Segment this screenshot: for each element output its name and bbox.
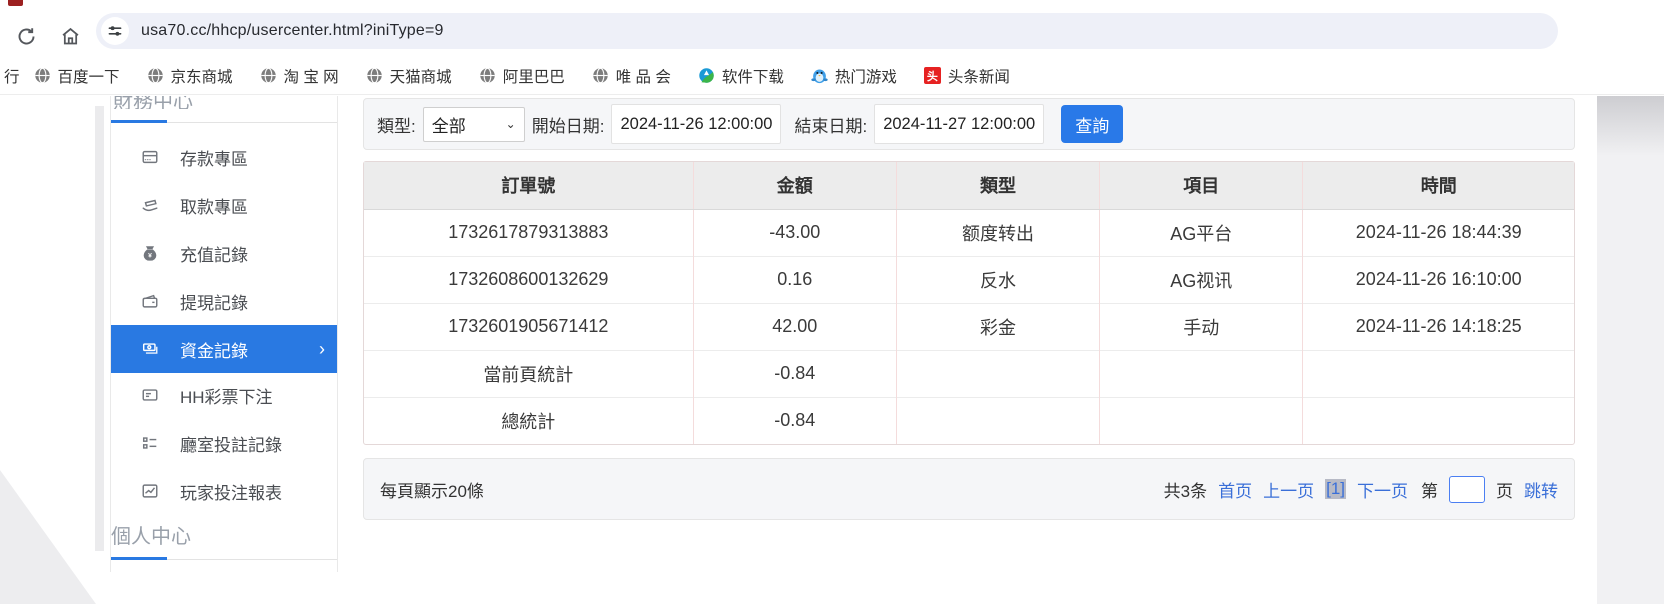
sidebar-item-player-bet-report[interactable]: 玩家投注報表 — [111, 467, 337, 515]
page-size-text: 每頁顯示20條 — [380, 481, 484, 501]
table-row: 1732617879313883 -43.00 额度转出 AG平台 2024-11-26… — [364, 209, 1574, 256]
wallet-icon — [142, 294, 158, 308]
sidebar-item-room-bet-records[interactable]: 廳室投註記錄 — [111, 419, 337, 467]
bookmark-games[interactable]: 热门游戏 — [811, 65, 897, 87]
sidebar-item-fund-records[interactable]: 資金記錄 › — [111, 325, 337, 373]
start-date-label: 開始日期: — [531, 116, 605, 136]
chevron-right-icon: › — [319, 338, 325, 359]
home-icon[interactable] — [56, 22, 84, 50]
globe-icon — [592, 67, 608, 84]
sidebar-item-hh-lottery-bets[interactable]: HH彩票下注 — [111, 371, 337, 419]
type-label: 類型: — [377, 116, 416, 136]
bookmark-vip[interactable]: 唯 品 会 — [592, 65, 671, 87]
sidebar-item-withdraw-history[interactable]: 提現記錄 — [111, 277, 337, 325]
col-type: 類型 — [895, 162, 1100, 210]
svg-text:¥: ¥ — [148, 253, 152, 260]
col-time: 時間 — [1302, 162, 1574, 210]
filter-bar: 類型: 全部 ⌄ 開始日期: 結束日期: 查詢 — [363, 98, 1575, 150]
jump-prefix: 第 — [1421, 481, 1438, 501]
browser-toolbar: usa70.cc/hhcp/usercenter.html?iniType=9 — [0, 0, 1664, 57]
bookmark-software[interactable]: 软件下载 — [698, 65, 784, 87]
search-button[interactable]: 查詢 — [1061, 105, 1124, 143]
withdraw-hand-icon — [142, 199, 158, 212]
section-underline — [111, 120, 337, 123]
reload-icon[interactable] — [12, 22, 40, 50]
page-jump-input[interactable] — [1449, 475, 1485, 503]
table-row-grand-total: 總統計 -0.84 — [364, 396, 1574, 444]
sidebar-item-deposit[interactable]: 存款專區 — [111, 133, 337, 181]
table-header-row: 訂單號 金額 類型 項目 時間 — [364, 162, 1574, 210]
col-item: 項目 — [1099, 162, 1303, 210]
sidebar-section-finance: 財務中心 — [113, 96, 193, 109]
globe-icon — [479, 67, 495, 84]
chevron-down-icon: ⌄ — [505, 117, 516, 131]
page-content: 財務中心 存款專區 取款專區 ¥ 充值記錄 提現記錄 資金記錄 › HH彩票下注 — [0, 96, 1664, 604]
sidebar-item-recharge-history[interactable]: ¥ 充值記錄 — [111, 229, 337, 277]
list-card-icon — [142, 389, 158, 401]
site-settings-icon[interactable] — [101, 17, 129, 45]
pagination-bar: 每頁顯示20條 共3条 首页 上一页 [1] 下一页 第 页 跳转 — [363, 458, 1575, 520]
table-row: 1732601905671412 42.00 彩金 手动 2024-11-26 14:1… — [364, 302, 1574, 350]
globe-icon — [260, 67, 276, 84]
end-date-input[interactable] — [874, 104, 1045, 144]
banknotes-icon — [142, 343, 158, 354]
bookmark-taobao[interactable]: 淘 宝 网 — [260, 65, 339, 87]
col-order-no: 訂單號 — [364, 162, 694, 210]
start-date-input[interactable] — [611, 104, 782, 144]
background-shadow — [1597, 96, 1664, 156]
pager: 共3条 首页 上一页 [1] 下一页 第 页 跳转 — [1163, 475, 1558, 503]
game-penguin-icon — [811, 69, 828, 84]
deposit-card-icon — [142, 150, 158, 164]
bookmark-truncated[interactable]: 行 — [4, 65, 20, 87]
money-bag-icon: ¥ — [143, 246, 157, 261]
col-amount: 金額 — [692, 162, 897, 210]
bookmarks-bar: 行 百度一下 京东商城 淘 宝 网 天猫商城 阿里巴巴 唯 品 会 软件下载 热… — [0, 57, 1664, 95]
bookmark-toutiao[interactable]: 头 头条新闻 — [923, 65, 1010, 87]
table-row: 1732608600132629 0.16 反水 AG视讯 2024-11-26 16:… — [364, 255, 1574, 303]
globe-icon — [34, 67, 50, 84]
next-page-link[interactable]: 下一页 — [1357, 477, 1408, 502]
bookmark-baidu[interactable]: 百度一下 — [34, 65, 120, 87]
jump-link[interactable]: 跳转 — [1524, 477, 1558, 502]
jump-suffix: 页 — [1496, 481, 1513, 501]
end-date-label: 結束日期: — [794, 116, 868, 136]
current-page: [1] — [1325, 479, 1346, 499]
tab-favicon-sliver — [8, 0, 23, 6]
globe-icon — [366, 67, 382, 84]
address-bar[interactable]: usa70.cc/hhcp/usercenter.html?iniType=9 — [96, 13, 1558, 49]
background-strip — [1597, 96, 1664, 604]
software-download-icon — [699, 68, 714, 83]
prev-page-link[interactable]: 上一页 — [1263, 477, 1314, 502]
background-strip-left — [95, 106, 104, 551]
records-table-card: 訂單號 金額 類型 項目 時間 1732617879313883 -43.00 额度… — [363, 161, 1575, 445]
url-text: usa70.cc/hhcp/usercenter.html?iniType=9 — [141, 22, 444, 39]
type-select[interactable]: 全部 ⌄ — [422, 106, 525, 142]
records-table: 訂單號 金額 類型 項目 時間 1732617879313883 -43.00 额度… — [364, 162, 1574, 444]
globe-icon — [147, 67, 163, 84]
bookmark-tmall[interactable]: 天猫商城 — [366, 65, 452, 87]
bookmark-jd[interactable]: 京东商城 — [147, 65, 233, 87]
report-chart-icon — [142, 484, 158, 498]
table-row-page-total: 當前頁統計 -0.84 — [364, 349, 1574, 397]
grid-list-icon — [142, 437, 157, 449]
background-triangle — [0, 470, 96, 604]
section-underline — [111, 557, 337, 560]
bookmark-alibaba[interactable]: 阿里巴巴 — [479, 65, 565, 87]
first-page-link[interactable]: 首页 — [1218, 477, 1252, 502]
total-count: 共3条 — [1163, 481, 1208, 501]
sidebar: 財務中心 存款專區 取款專區 ¥ 充值記錄 提現記錄 資金記錄 › HH彩票下注 — [110, 96, 338, 572]
sidebar-item-withdraw[interactable]: 取款專區 — [111, 181, 337, 229]
toutiao-icon: 头 — [923, 67, 941, 84]
sidebar-section-personal: 個人中心 — [111, 526, 191, 548]
